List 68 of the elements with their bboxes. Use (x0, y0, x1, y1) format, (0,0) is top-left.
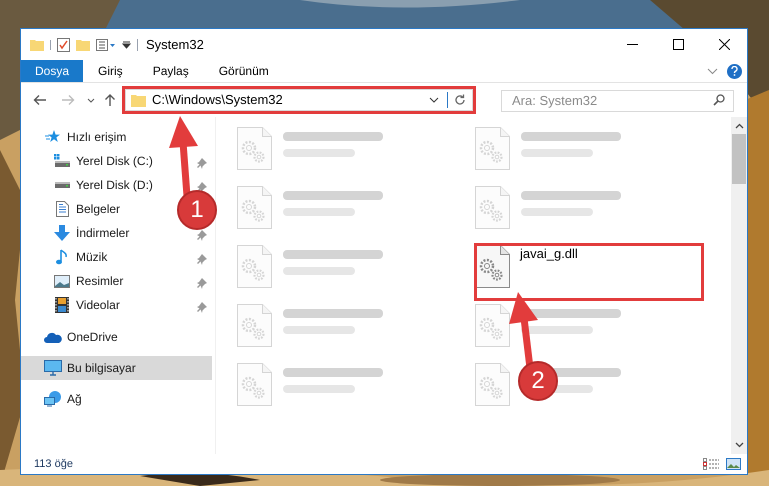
file-name[interactable]: javai_g.dll (520, 245, 578, 262)
ribbon-tab[interactable]: Giriş (83, 60, 138, 82)
download-arrow-icon (54, 225, 70, 241)
sidebar-item[interactable]: İndirmeler (53, 224, 130, 242)
pin-icon[interactable] (197, 158, 207, 168)
star-icon (45, 130, 61, 144)
forward-arrow-icon[interactable] (61, 94, 75, 106)
address-bar[interactable]: C:\Windows\System32 (125, 89, 473, 111)
pin-icon[interactable] (197, 182, 207, 192)
blurred-label-bar (283, 267, 355, 275)
folder-icon (131, 94, 146, 106)
scrollbar-thumb[interactable] (732, 134, 746, 184)
sidebar-item[interactable]: Ağ (44, 390, 82, 408)
sidebar-item[interactable]: Yerel Disk (D:) (53, 176, 153, 194)
music-note-icon (56, 249, 68, 265)
ribbon-tab[interactable]: Dosya (21, 60, 84, 82)
pin-icon[interactable] (197, 230, 207, 240)
network-icon (44, 391, 62, 407)
sidebar-item[interactable]: Hızlı erişim (44, 128, 126, 146)
layout-icon[interactable] (96, 38, 116, 50)
sidebar-item[interactable]: Resimler (53, 272, 124, 290)
customize-toolbar-icon[interactable] (122, 40, 131, 49)
sidebar-item[interactable]: Yerel Disk (C:) (53, 152, 153, 170)
blurred-label-bar (521, 208, 593, 216)
chevron-down-icon[interactable] (429, 97, 439, 103)
blurred-label-bar (283, 326, 355, 334)
address-path: C:\Windows\System32 (152, 91, 283, 110)
details-view-icon[interactable] (703, 458, 720, 470)
pin-icon[interactable] (197, 278, 207, 288)
blurred-label-bar (283, 385, 355, 393)
recent-locations-icon[interactable] (87, 98, 95, 102)
window-title: System32 (146, 36, 204, 54)
item-count: 113 öğe (34, 456, 73, 472)
help-icon[interactable] (727, 64, 742, 78)
scrollbar[interactable] (731, 117, 747, 454)
drive-icon (54, 182, 70, 188)
drive-icon (54, 154, 70, 168)
pin-icon[interactable] (197, 254, 207, 264)
blurred-label-bar (283, 208, 355, 216)
cloud-icon (44, 332, 62, 342)
minimize-icon[interactable] (626, 44, 638, 45)
properties-icon[interactable] (57, 38, 70, 52)
film-icon (55, 297, 69, 313)
sidebar-item[interactable]: OneDrive (44, 328, 118, 346)
blurred-label-bar (521, 326, 593, 334)
back-arrow-icon[interactable] (33, 94, 47, 106)
picture-icon (54, 274, 70, 288)
refresh-icon[interactable] (454, 94, 466, 106)
maximize-icon[interactable] (672, 39, 684, 50)
search-icon[interactable] (713, 94, 725, 106)
pin-icon[interactable] (197, 302, 207, 312)
sidebar-item[interactable]: Müzik (53, 248, 108, 266)
up-arrow-icon[interactable] (104, 93, 116, 107)
monitor-icon (44, 360, 62, 376)
blurred-label-bar (521, 149, 593, 157)
blurred-label-bar (283, 149, 355, 157)
dll-file-icon[interactable] (475, 245, 510, 288)
scroll-up-icon[interactable] (734, 123, 744, 129)
ribbon-tab[interactable]: Paylaş (138, 60, 204, 82)
large-icons-view-icon[interactable] (726, 458, 741, 470)
scroll-down-icon[interactable] (734, 442, 744, 448)
document-icon (56, 201, 68, 217)
sidebar-item[interactable]: Bu bilgisayar (21, 356, 212, 380)
ribbon-tab[interactable]: Görünüm (204, 60, 284, 82)
sidebar-item[interactable]: Belgeler (53, 200, 120, 218)
search-field[interactable]: Ara: System32 (501, 90, 734, 112)
close-icon[interactable] (718, 39, 730, 50)
sidebar-item[interactable]: Videolar (53, 296, 120, 314)
